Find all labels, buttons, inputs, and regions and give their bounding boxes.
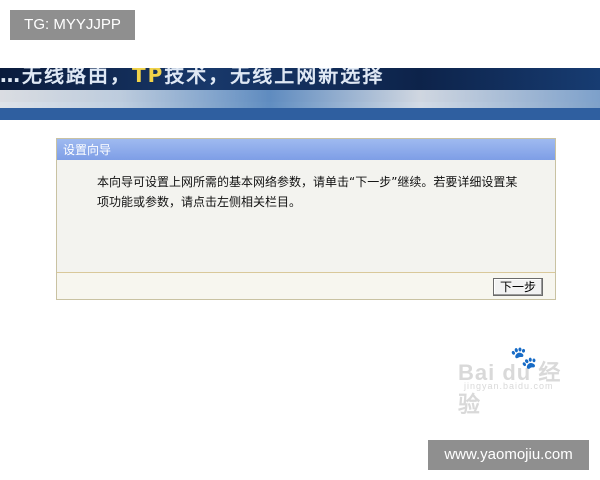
banner-slogan: …无线路由，TP技术，无线上网新选择 — [0, 68, 480, 90]
next-step-button[interactable]: 下一步 — [493, 278, 543, 296]
paw-icon: 🐾 — [510, 345, 538, 370]
overlay-tag-bottom-right: www.yaomojiu.com — [428, 440, 589, 470]
banner-swoosh — [0, 90, 600, 108]
banner-bottom-bar — [0, 108, 600, 120]
wizard-title: 设置向导 — [63, 143, 112, 157]
banner-slogan-right: 技术，无线上网新选择 — [164, 68, 385, 87]
watermark-url: jingyan.baidu.com — [464, 381, 554, 391]
overlay-tag-top-left: TG: MYYJJPP — [10, 10, 135, 40]
baidu-watermark: Bai du 经验 🐾 jingyan.baidu.com — [458, 345, 578, 417]
setup-wizard-panel: 设置向导 本向导可设置上网所需的基本网络参数，请单击“下一步”继续。若要详细设置… — [56, 138, 556, 300]
wizard-body: 本向导可设置上网所需的基本网络参数，请单击“下一步”继续。若要详细设置某项功能或… — [57, 160, 555, 273]
banner-slogan-highlight: TP — [132, 68, 165, 87]
wizard-footer: 下一步 — [57, 273, 555, 299]
wizard-description: 本向导可设置上网所需的基本网络参数，请单击“下一步”继续。若要详细设置某项功能或… — [97, 175, 518, 209]
banner-slogan-left: …无线路由， — [0, 68, 132, 87]
wizard-header: 设置向导 — [57, 139, 555, 160]
router-header-banner: …无线路由，TP技术，无线上网新选择 — [0, 68, 600, 120]
